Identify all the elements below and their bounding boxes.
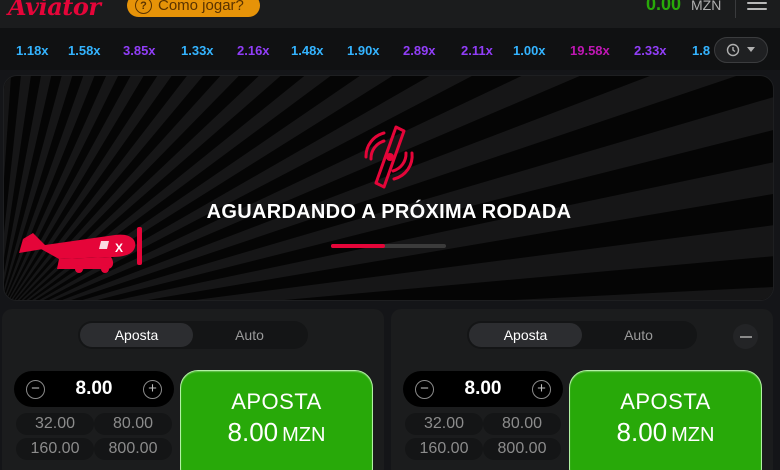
bet-button-label: APOSTA (620, 389, 711, 414)
bet-button-label: APOSTA (231, 389, 322, 414)
bet-button-amount: 8.00 MZN (227, 417, 326, 447)
hamburger-menu-icon[interactable] (747, 2, 767, 14)
round-progress-fill (331, 244, 386, 248)
game-canvas: AGUARDANDO A PRÓXIMA RODADA X (3, 75, 774, 301)
multiplier-history-bar: 1.18x 1.58x 3.85x 1.33x 2.16x 1.48x 1.90x 2.89x… (0, 28, 780, 70)
multiplier-history-item: 3.85x (123, 43, 156, 58)
multiplier-history-item: 2.89x (403, 43, 436, 58)
bet-amount-input[interactable]: 8.00 (433, 378, 533, 400)
bet-amount-input[interactable]: 8.00 (44, 378, 144, 400)
balance-currency: MZN (691, 0, 722, 13)
place-bet-button[interactable]: APOSTA 8.00 MZN (180, 370, 373, 470)
increase-bet-button[interactable]: + (143, 380, 162, 399)
place-bet-button[interactable]: APOSTA 8.00 MZN (569, 370, 762, 470)
multiplier-history-item: 2.16x (237, 43, 270, 58)
multiplier-history-item: 1.33x (181, 43, 214, 58)
bet-button-amount: 8.00 MZN (616, 417, 715, 447)
multiplier-history-item: 2.11x (461, 43, 493, 58)
quick-amount-button[interactable]: 80.00 (94, 413, 172, 435)
question-icon: ? (135, 0, 152, 14)
propeller-icon (364, 125, 414, 189)
tab-aposta[interactable]: Aposta (469, 323, 582, 347)
multiplier-history-item: 1.00x (513, 43, 546, 58)
how-to-play-button[interactable]: ? Como jogar? (127, 0, 260, 17)
multiplier-history-item: 1.48x (291, 43, 324, 58)
remove-bet-panel-button[interactable] (733, 324, 758, 349)
multiplier-history-item: 1.58x (68, 43, 101, 58)
tab-aposta[interactable]: Aposta (80, 323, 193, 347)
how-to-play-label: Como jogar? (158, 0, 244, 14)
decrease-bet-button[interactable]: − (26, 380, 45, 399)
quick-amount-button[interactable]: 80.00 (483, 413, 561, 435)
multiplier-history-item: 1.18x (16, 43, 49, 58)
multiplier-history-item: 1.8 (692, 43, 711, 58)
round-progress-bar (331, 244, 446, 248)
bet-mode-tabs: Aposta Auto (467, 321, 697, 349)
bet-panel-1: Aposta Auto − 8.00 + 32.00 80.00 160.00 … (2, 309, 384, 470)
increase-bet-button[interactable]: + (532, 380, 551, 399)
chevron-down-icon (747, 47, 755, 52)
tab-auto[interactable]: Auto (193, 323, 306, 347)
bet-amount-stepper: − 8.00 + (403, 371, 563, 407)
multiplier-history-item: 2.33x (634, 43, 667, 58)
quick-amount-button[interactable]: 32.00 (16, 413, 94, 435)
history-icon (726, 43, 740, 57)
quick-amount-button[interactable]: 160.00 (405, 438, 483, 460)
bet-mode-tabs: Aposta Auto (78, 321, 308, 349)
history-toggle-button[interactable] (714, 37, 768, 63)
quick-amount-button[interactable]: 160.00 (16, 438, 94, 460)
aviator-logo: Aviator (8, 0, 101, 21)
tab-auto[interactable]: Auto (582, 323, 695, 347)
quick-amount-button[interactable]: 32.00 (405, 413, 483, 435)
multiplier-history-item: 1.90x (347, 43, 380, 58)
balance-value: 0.00 (646, 0, 682, 14)
svg-text:X: X (115, 241, 123, 255)
airplane-icon: X (19, 227, 142, 273)
header-divider (735, 0, 736, 18)
quick-amount-button[interactable]: 800.00 (483, 438, 561, 460)
bet-panel-2: Aposta Auto − 8.00 + 32.00 80.00 160.00 … (391, 309, 773, 470)
decrease-bet-button[interactable]: − (415, 380, 434, 399)
multiplier-history-item: 19.58x (570, 43, 610, 58)
top-header: Aviator ? Como jogar? 0.00 MZN (0, 0, 780, 28)
bet-amount-stepper: − 8.00 + (14, 371, 174, 407)
quick-amount-button[interactable]: 800.00 (94, 438, 172, 460)
